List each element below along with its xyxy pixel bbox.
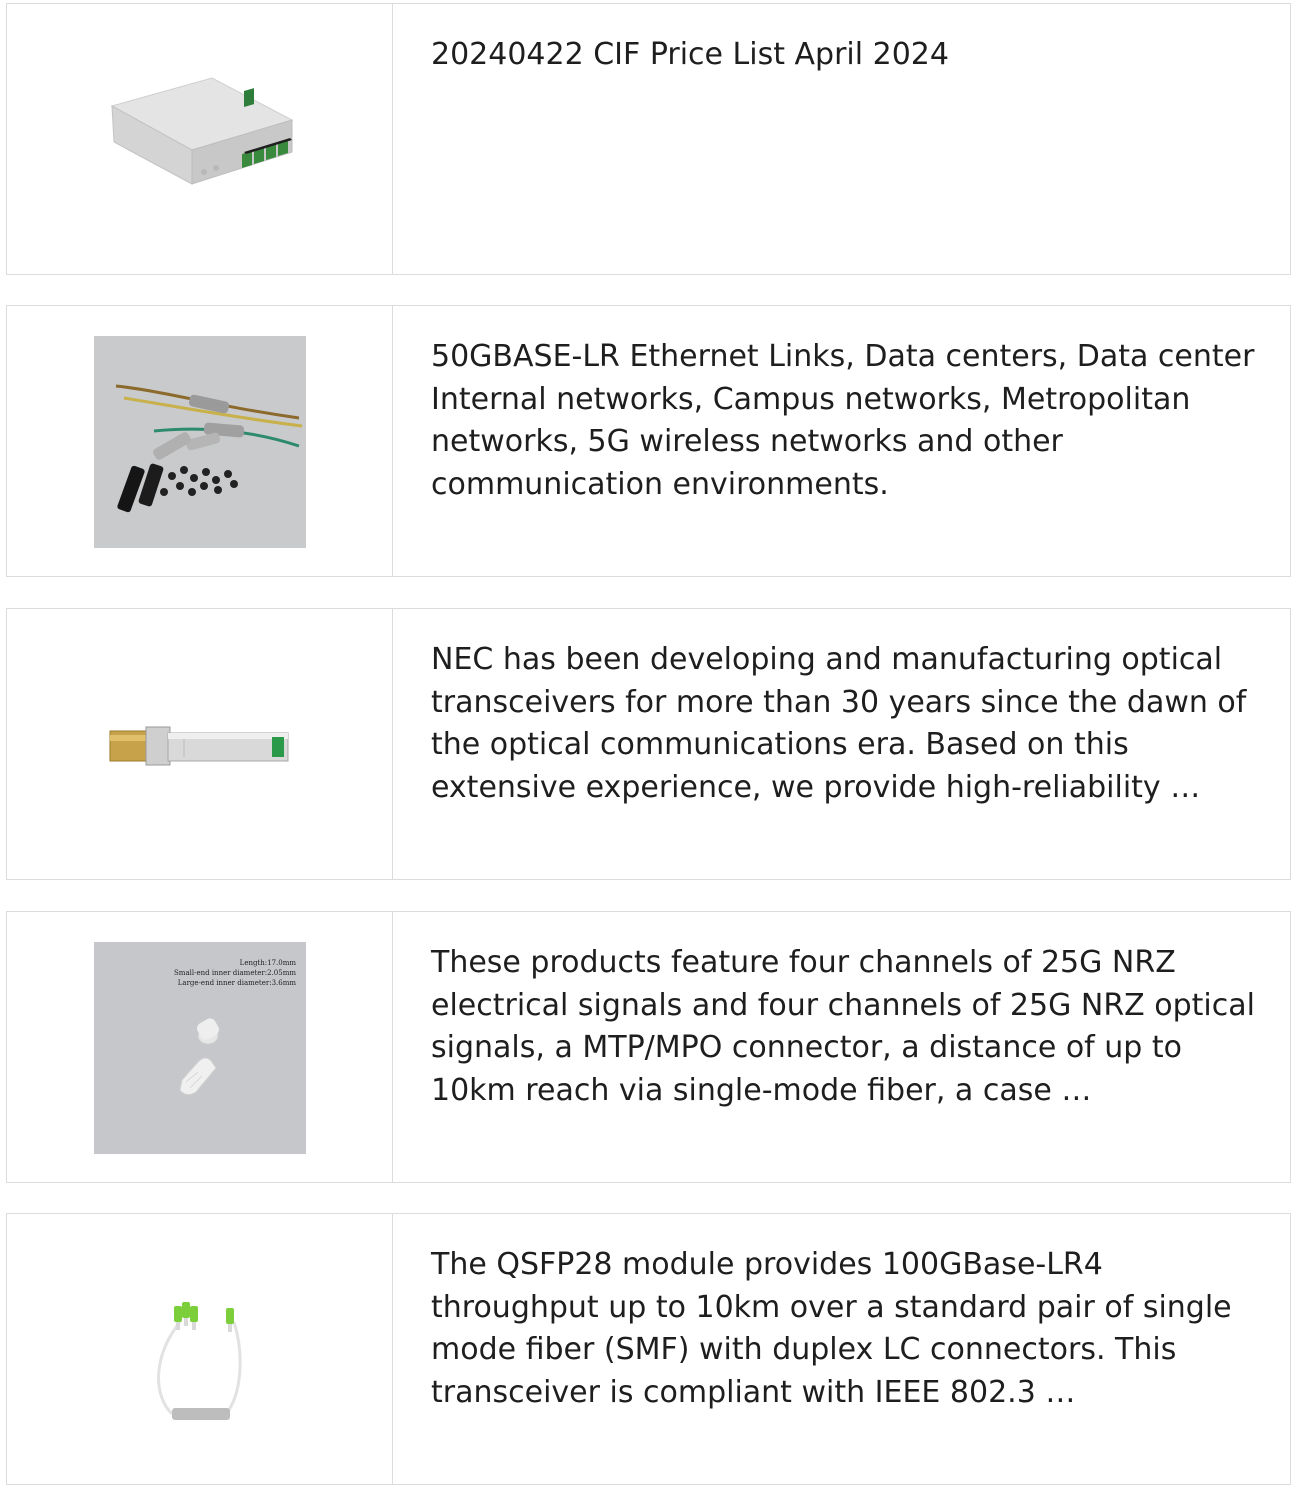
product-description[interactable]: 50GBASE-LR Ethernet Links, Data centers,… [431,336,1261,506]
plc-splitter-icon[interactable] [94,1244,306,1456]
product-card[interactable]: 20240422 CIF Price List April 2024 [6,3,1291,275]
product-description[interactable]: NEC has been developing and manufacturin… [431,639,1261,809]
boot-sleeve-icon[interactable]: Length:17.0mm Small-end inner diameter:2… [94,942,306,1154]
product-card[interactable]: The QSFP28 module provides 100GBase-LR4 … [6,1213,1291,1485]
product-image-cell [7,306,393,576]
product-image-cell: Length:17.0mm Small-end inner diameter:2… [7,912,393,1182]
sfp-transceiver-icon[interactable] [94,639,306,851]
product-description[interactable]: 20240422 CIF Price List April 2024 [431,34,1261,77]
product-description[interactable]: The QSFP28 module provides 100GBase-LR4 … [431,1244,1261,1414]
product-card[interactable]: NEC has been developing and manufacturin… [6,608,1291,880]
cable-accessories-icon[interactable] [94,336,306,548]
product-image-cell [7,4,393,274]
product-image-cell [7,609,393,879]
fiber-termination-box-icon[interactable] [94,34,306,246]
product-card[interactable]: 50GBASE-LR Ethernet Links, Data centers,… [6,305,1291,577]
product-description[interactable]: These products feature four channels of … [431,942,1261,1112]
product-card[interactable]: Length:17.0mm Small-end inner diameter:2… [6,911,1291,1183]
product-image-cell [7,1214,393,1484]
